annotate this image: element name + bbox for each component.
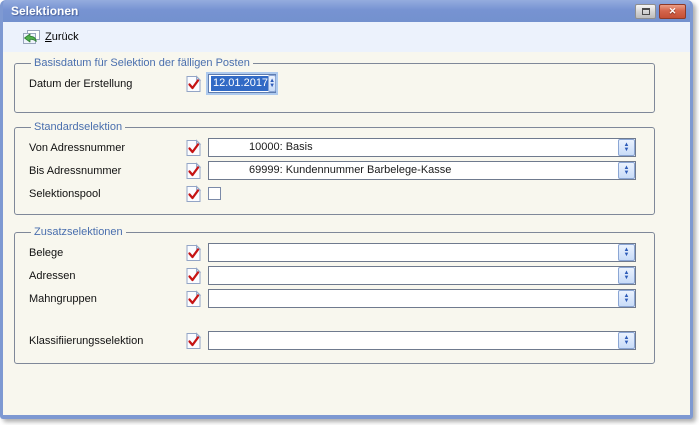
back-icon [22, 30, 40, 45]
group-basisdatum-legend: Basisdatum für Selektion der fälligen Po… [31, 57, 253, 69]
field-value [209, 244, 618, 261]
window-controls: ✕ [635, 4, 686, 19]
spinner-button[interactable]: ▲▼ [618, 244, 635, 261]
form-content: Basisdatum für Selektion der fälligen Po… [3, 52, 690, 364]
form-row-belege: Belege ▲▼ [29, 241, 646, 264]
spinner-down-icon: ▼ [269, 84, 275, 89]
field-label: Adressen [29, 270, 185, 282]
validation-check-icon[interactable] [185, 185, 202, 203]
validation-check-icon[interactable] [185, 290, 202, 308]
spinner-button[interactable]: ▲▼ [618, 332, 635, 349]
spinner-down-icon: ▼ [624, 253, 630, 258]
minimize-icon [642, 8, 650, 15]
klassifizierungsselektion-field[interactable]: ▲▼ [208, 331, 636, 350]
back-button-label: Zurück [45, 31, 79, 43]
validation-check-icon[interactable] [185, 267, 202, 285]
field-label: Mahngruppen [29, 293, 185, 305]
form-row-von-adressnummer: Von Adressnummer 10000: Basis ▲▼ [29, 136, 646, 159]
window-title: Selektionen [11, 4, 635, 18]
field-label: Selektionspool [29, 188, 185, 200]
form-row-selektionspool: Selektionspool [29, 182, 646, 205]
field-value [209, 267, 618, 284]
validation-check-icon[interactable] [185, 162, 202, 180]
form-row-mahngruppen: Mahngruppen ▲▼ [29, 287, 646, 310]
spinner-down-icon: ▼ [624, 148, 630, 153]
spinner-down-icon: ▼ [624, 299, 630, 304]
form-row-bis-adressnummer: Bis Adressnummer 69999: Kundennummer Bar… [29, 159, 646, 182]
spinner-button[interactable]: ▲▼ [618, 290, 635, 307]
validation-check-icon[interactable] [185, 332, 202, 350]
close-icon: ✕ [669, 6, 677, 17]
field-label: Belege [29, 247, 185, 259]
group-zusatzselektionen-legend: Zusatzselektionen [31, 226, 126, 238]
field-label: Datum der Erstellung [29, 78, 185, 90]
field-value: 10000: Basis [209, 139, 618, 156]
field-value: 69999: Kundennummer Barbelege-Kasse [209, 162, 618, 179]
spinner-button[interactable]: ▲▼ [618, 139, 635, 156]
field-label: Bis Adressnummer [29, 165, 185, 177]
spinner-down-icon: ▼ [624, 276, 630, 281]
belege-field[interactable]: ▲▼ [208, 243, 636, 262]
dialog-window: Selektionen ✕ Zurück Basisdatum f [0, 0, 693, 419]
close-button[interactable]: ✕ [659, 4, 686, 19]
group-basisdatum: Basisdatum für Selektion der fälligen Po… [14, 57, 655, 113]
form-row-datum: Datum der Erstellung 12.01.2017 ▲▼ [29, 72, 646, 95]
form-row-klassifizierungsselektion: Klassifiierungsselektion ▲▼ [29, 329, 646, 352]
validation-check-icon[interactable] [185, 75, 202, 93]
selektionspool-checkbox[interactable] [208, 187, 221, 200]
group-standardselektion-legend: Standardselektion [31, 121, 125, 133]
date-field-value: 12.01.2017 [211, 76, 268, 91]
field-value [209, 290, 618, 307]
field-label: Von Adressnummer [29, 142, 185, 154]
spinner-button[interactable]: ▲▼ [618, 162, 635, 179]
window-body: Zurück Basisdatum für Selektion der fäll… [3, 22, 690, 415]
spinner-down-icon: ▼ [624, 171, 630, 176]
validation-check-icon[interactable] [185, 139, 202, 157]
titlebar[interactable]: Selektionen ✕ [3, 0, 690, 22]
toolbar: Zurück [3, 22, 690, 52]
spinner-down-icon: ▼ [624, 341, 630, 346]
field-value [209, 332, 618, 349]
validation-check-icon[interactable] [185, 244, 202, 262]
mahngruppen-field[interactable]: ▲▼ [208, 289, 636, 308]
form-row-adressen: Adressen ▲▼ [29, 264, 646, 287]
von-adressnummer-field[interactable]: 10000: Basis ▲▼ [208, 138, 636, 157]
date-spinner-button[interactable]: ▲▼ [268, 75, 276, 92]
bis-adressnummer-field[interactable]: 69999: Kundennummer Barbelege-Kasse ▲▼ [208, 161, 636, 180]
back-button[interactable]: Zurück [17, 28, 84, 47]
group-zusatzselektionen: Zusatzselektionen Belege ▲▼ Adressen [14, 226, 655, 364]
spinner-button[interactable]: ▲▼ [618, 267, 635, 284]
field-label: Klassifiierungsselektion [29, 335, 185, 347]
date-field[interactable]: 12.01.2017 ▲▼ [208, 74, 276, 93]
minimize-button[interactable] [635, 4, 656, 19]
group-standardselektion: Standardselektion Von Adressnummer 10000… [14, 121, 655, 215]
adressen-field[interactable]: ▲▼ [208, 266, 636, 285]
